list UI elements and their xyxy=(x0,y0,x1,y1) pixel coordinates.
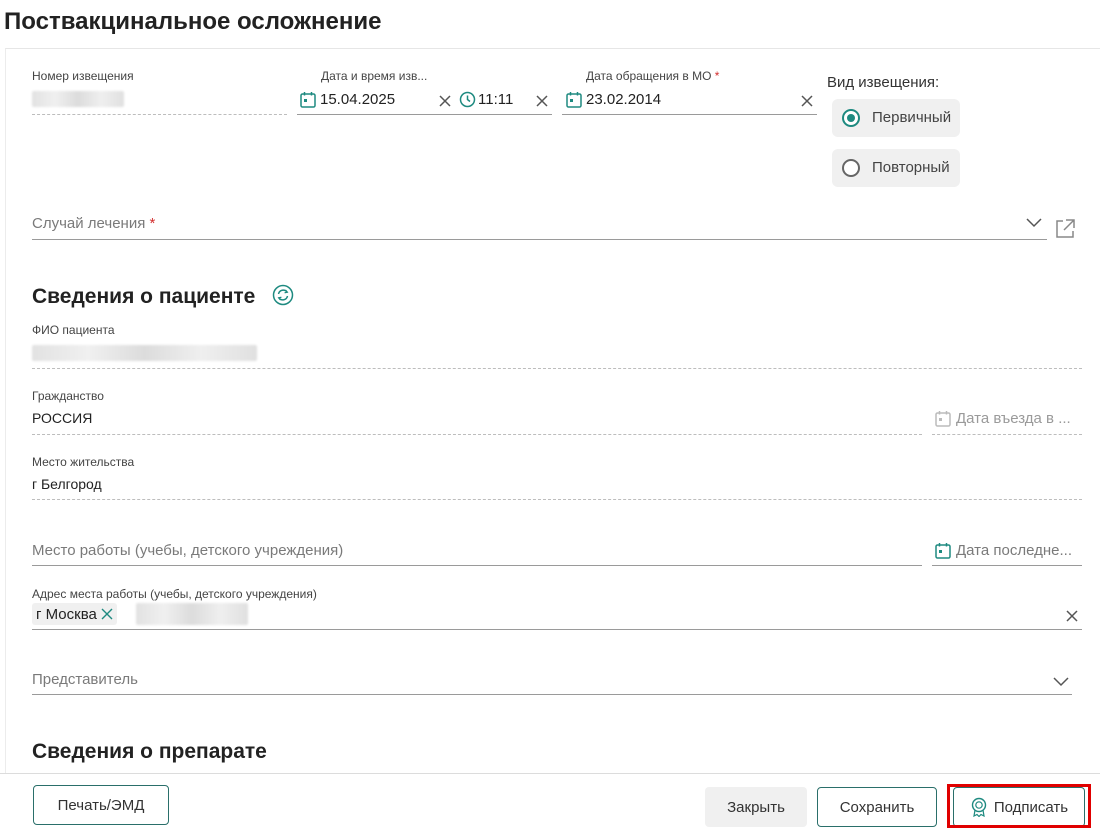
citizenship-label: Гражданство xyxy=(32,389,104,403)
highlight-frame xyxy=(947,784,1091,828)
chevron-down-icon[interactable] xyxy=(1053,677,1069,687)
notice-type-label: Вид извещения: xyxy=(827,74,940,91)
save-button[interactable]: Сохранить xyxy=(817,787,937,827)
appeal-date-underline xyxy=(562,114,817,115)
appeal-date-label-text: Дата обращения в МО xyxy=(586,69,712,83)
appeal-date-label: Дата обращения в МО * xyxy=(586,69,719,83)
page-title: Поствакцинальное осложнение xyxy=(4,8,382,35)
clock-icon[interactable] xyxy=(459,91,476,108)
refresh-icon[interactable] xyxy=(272,284,294,306)
clear-address-icon[interactable] xyxy=(1065,609,1079,623)
representative-underline xyxy=(32,694,1072,695)
radio-repeat[interactable]: Повторный xyxy=(832,149,960,187)
radio-repeat-label: Повторный xyxy=(872,159,950,176)
fio-label: ФИО пациента xyxy=(32,323,115,337)
close-button[interactable]: Закрыть xyxy=(705,787,807,827)
fio-value-redacted xyxy=(32,345,257,361)
notice-number-field[interactable] xyxy=(32,114,287,115)
treatment-case-select[interactable]: Случай лечения * xyxy=(32,215,155,232)
citizenship-value[interactable]: РОССИЯ xyxy=(32,410,92,426)
treatment-case-placeholder: Случай лечения xyxy=(32,215,146,232)
notice-number-value-redacted xyxy=(32,91,124,107)
address-chip-label: г Москва xyxy=(36,605,97,623)
notice-time-input[interactable]: 11:11 xyxy=(478,91,513,108)
calendar-icon[interactable] xyxy=(935,542,951,559)
calendar-icon[interactable] xyxy=(566,91,582,108)
entry-date-underline xyxy=(932,434,1082,435)
entry-date-input[interactable]: Дата въезда в ... xyxy=(956,410,1071,427)
address-chip-redacted[interactable] xyxy=(136,603,248,625)
clear-time-icon[interactable] xyxy=(535,94,549,108)
required-mark: * xyxy=(714,69,720,83)
citizenship-field xyxy=(32,434,922,435)
radio-unchecked-icon xyxy=(842,159,860,177)
clear-appeal-date-icon[interactable] xyxy=(800,94,814,108)
residence-value[interactable]: г Белгород xyxy=(32,476,102,492)
patient-section-title: Сведения о пациенте xyxy=(32,285,256,308)
radio-primary[interactable]: Первичный xyxy=(832,99,960,137)
required-mark: * xyxy=(149,215,156,232)
external-link-icon[interactable] xyxy=(1054,218,1076,240)
treatment-case-underline xyxy=(32,239,1047,240)
radio-checked-icon xyxy=(842,109,860,127)
workplace-underline xyxy=(32,565,922,566)
print-emd-button[interactable]: Печать/ЭМД xyxy=(33,785,169,825)
clear-date-icon[interactable] xyxy=(438,94,452,108)
notice-datetime-label: Дата и время изв... xyxy=(321,69,428,83)
chevron-down-icon[interactable] xyxy=(1026,218,1042,228)
appeal-date-input[interactable]: 23.02.2014 xyxy=(586,91,661,108)
notice-number-label: Номер извещения xyxy=(32,69,134,83)
calendar-icon[interactable] xyxy=(935,410,951,427)
work-address-underline xyxy=(32,629,1082,630)
last-date-underline xyxy=(932,565,1082,566)
work-address-label: Адрес места работы (учебы, детского учре… xyxy=(32,587,317,601)
residence-field xyxy=(32,499,1082,500)
workplace-input[interactable]: Место работы (учебы, детского учреждения… xyxy=(32,542,343,559)
radio-primary-label: Первичный xyxy=(872,109,952,126)
address-chip[interactable]: г Москва xyxy=(32,603,117,625)
last-date-input[interactable]: Дата последне... xyxy=(956,542,1072,559)
calendar-icon[interactable] xyxy=(300,91,316,108)
representative-select[interactable]: Представитель xyxy=(32,671,138,688)
chip-remove-icon[interactable] xyxy=(101,608,113,620)
notice-date-input[interactable]: 15.04.2025 xyxy=(320,91,395,108)
fio-field xyxy=(32,368,1082,369)
drug-section-title: Сведения о препарате xyxy=(32,740,267,763)
residence-label: Место жительства xyxy=(32,455,135,469)
notice-datetime-underline xyxy=(297,114,552,115)
